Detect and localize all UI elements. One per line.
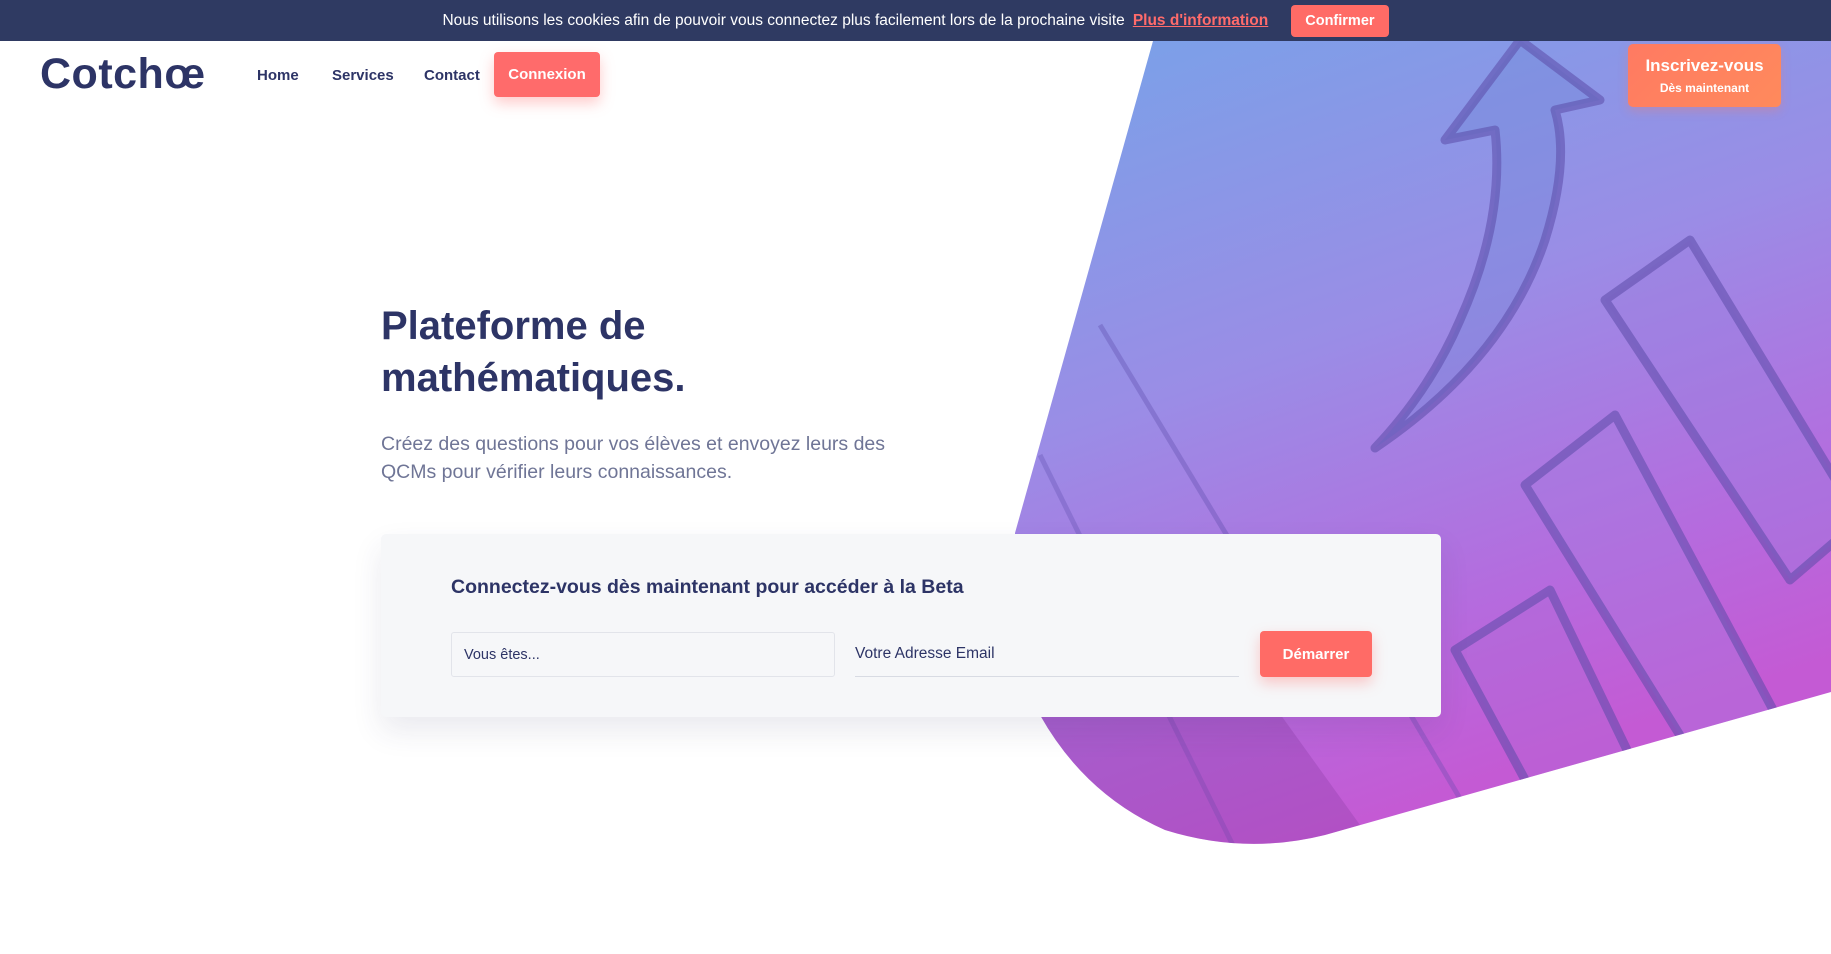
cookie-message: Nous utilisons les cookies afin de pouvo… <box>442 11 1125 29</box>
role-field[interactable] <box>451 632 835 677</box>
nav-services-link[interactable]: Services <box>332 52 394 100</box>
beta-card-title: Connectez-vous dès maintenant pour accéd… <box>451 576 964 598</box>
nav-home-link[interactable]: Home <box>257 52 299 100</box>
start-button[interactable]: Démarrer <box>1260 631 1372 677</box>
cookie-confirm-button[interactable]: Confirmer <box>1291 4 1389 37</box>
cookie-banner: Nous utilisons les cookies afin de pouvo… <box>0 0 1831 41</box>
signup-label: Inscrivez-vous <box>1645 56 1764 75</box>
hero-subtitle: Créez des questions pour vos élèves et e… <box>381 433 886 483</box>
signup-sublabel: Dès maintenant <box>1659 81 1750 95</box>
hero-chart-illustration <box>1015 41 1831 844</box>
cookie-more-info-link[interactable]: Plus d'information <box>1133 12 1268 30</box>
login-button[interactable]: Connexion <box>494 52 600 97</box>
signup-button[interactable]: Inscrivez-vous Dès maintenant <box>1628 44 1781 107</box>
hero-title-line1: Plateforme de <box>381 304 646 348</box>
hero-title: Plateforme de mathématiques. <box>381 300 881 404</box>
brand-logo[interactable]: Cotchœ <box>40 50 205 99</box>
hero-title-line2: mathématiques. <box>381 356 686 400</box>
email-field[interactable] <box>855 632 1239 677</box>
beta-signup-card: Connectez-vous dès maintenant pour accéd… <box>381 534 1441 717</box>
nav-contact-link[interactable]: Contact <box>424 52 480 100</box>
